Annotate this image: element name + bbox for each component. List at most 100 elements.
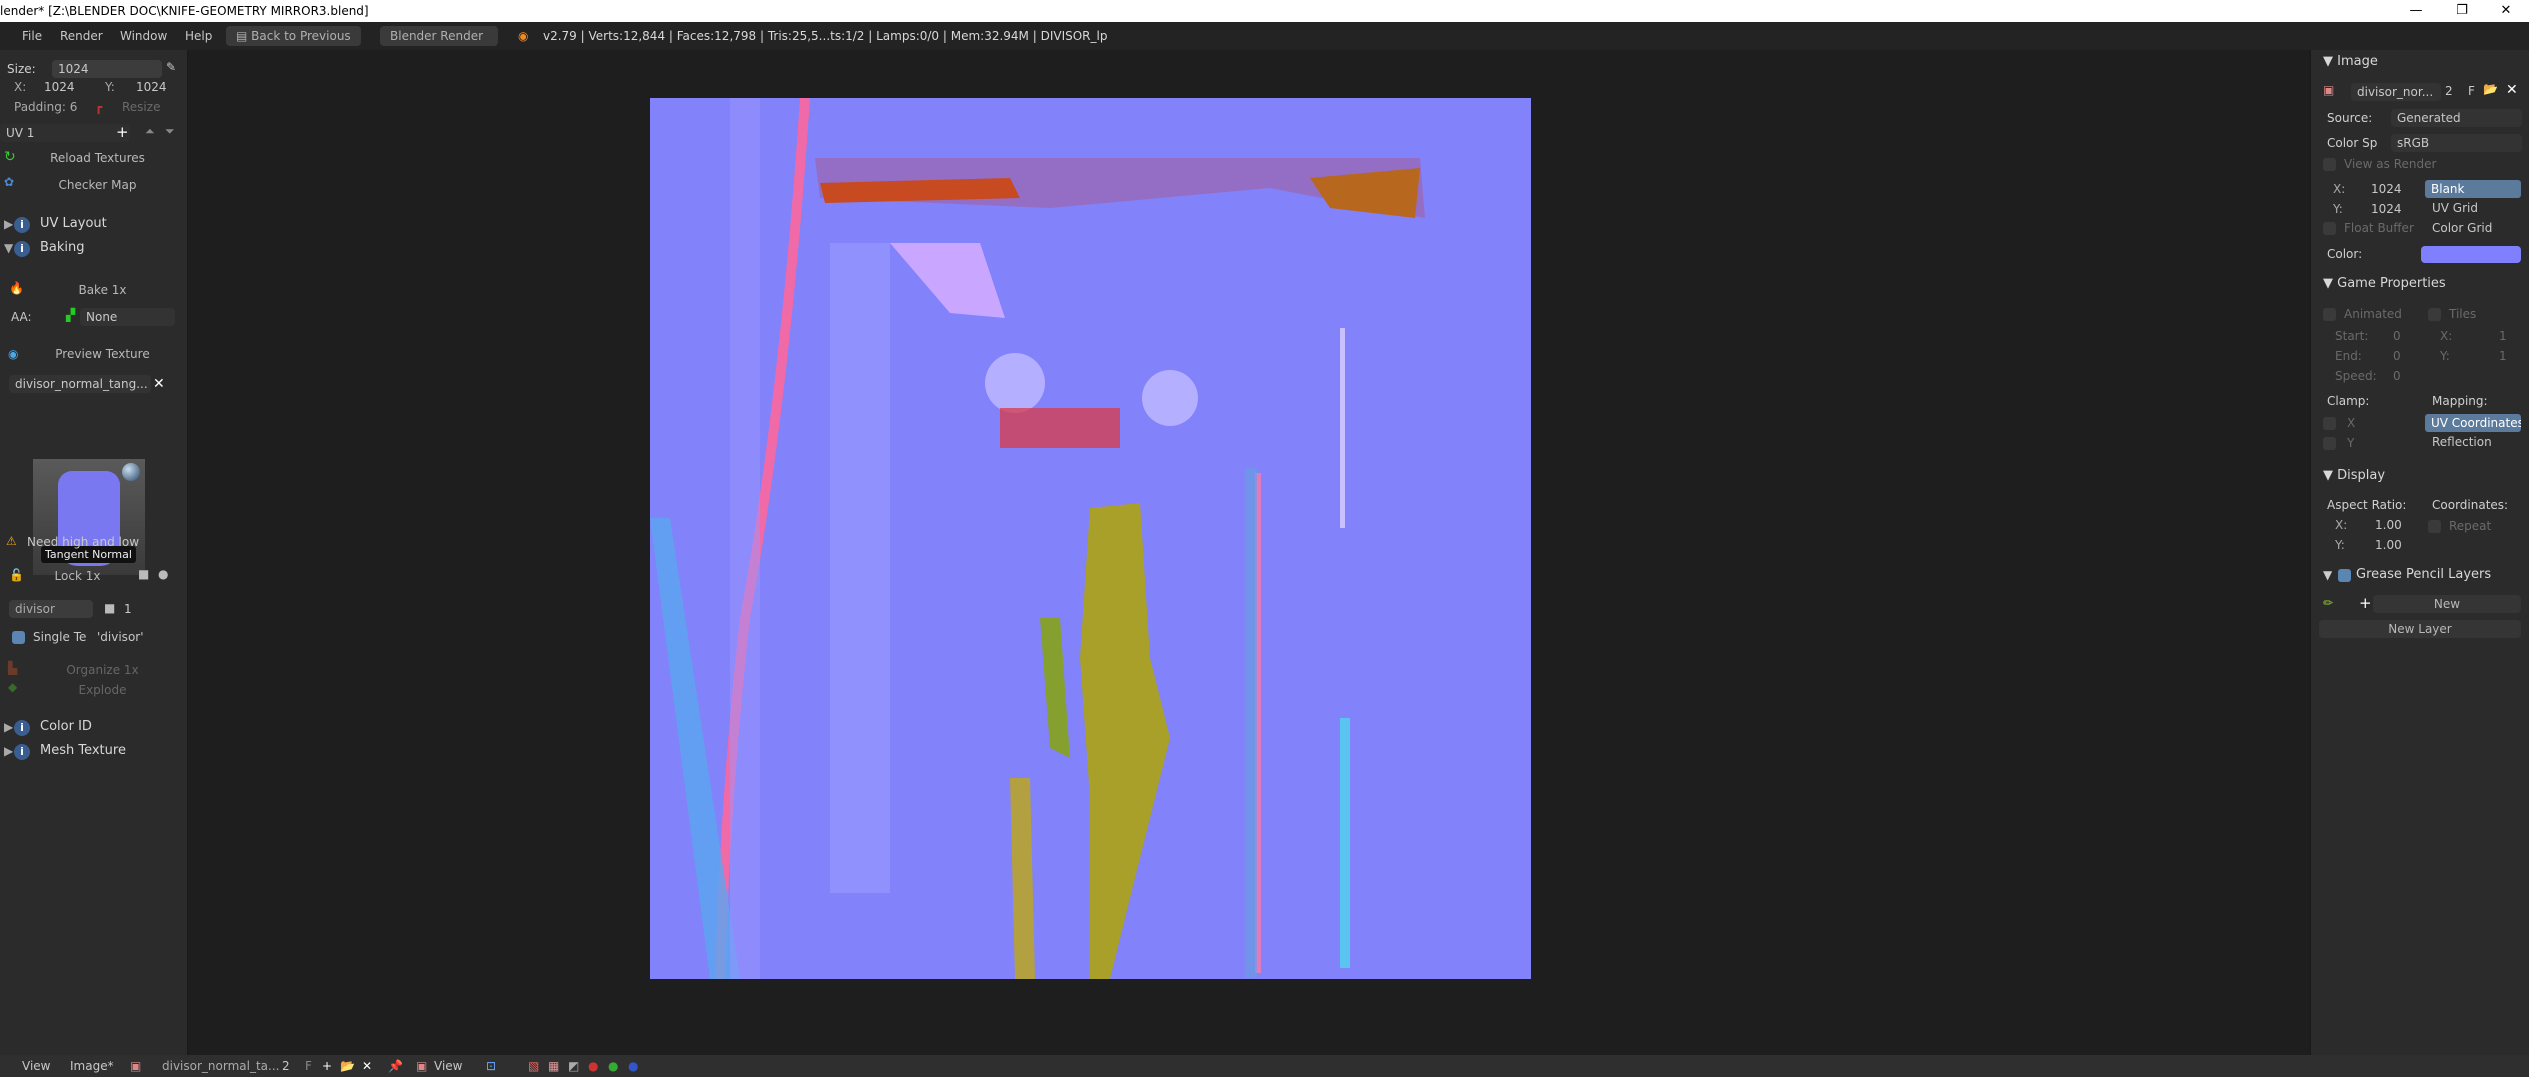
- open-image-icon[interactable]: 📂: [340, 1055, 355, 1077]
- open-folder-icon[interactable]: 📂: [2483, 82, 2498, 96]
- tiles-checkbox[interactable]: [2428, 308, 2441, 321]
- expand-mesh-texture-icon[interactable]: ▶: [4, 744, 13, 758]
- explode-button[interactable]: Explode: [30, 679, 175, 701]
- collapse-grease-pencil-icon[interactable]: ▼: [2323, 568, 2332, 582]
- move-up-icon[interactable]: ⏶: [145, 124, 155, 139]
- tiles-y-field[interactable]: 1: [2499, 349, 2507, 363]
- cube-icon[interactable]: ■: [138, 567, 149, 581]
- clamp-y-checkbox[interactable]: [2323, 437, 2336, 450]
- gen-type-color-grid[interactable]: Color Grid: [2432, 221, 2492, 235]
- padding-field[interactable]: Padding: 6: [14, 100, 77, 114]
- color-space-select[interactable]: sRGB: [2391, 134, 2522, 152]
- collapse-baking-icon[interactable]: ▼: [4, 241, 13, 255]
- menu-file[interactable]: File: [22, 22, 42, 50]
- tiles-x-field[interactable]: 1: [2499, 329, 2507, 343]
- image-icon[interactable]: ▣: [130, 1055, 141, 1077]
- image-name-field[interactable]: divisor_normal_ta...: [162, 1055, 279, 1077]
- fake-user-button[interactable]: F: [305, 1055, 312, 1077]
- unlink-image-icon[interactable]: ✕: [362, 1055, 372, 1077]
- eyedropper-icon[interactable]: ✎: [166, 60, 176, 74]
- minimize-button[interactable]: —: [2393, 0, 2439, 22]
- x-field[interactable]: 1024: [44, 80, 75, 94]
- animated-checkbox[interactable]: [2323, 308, 2336, 321]
- image-icon[interactable]: ▣: [2323, 83, 2334, 97]
- end-field[interactable]: 0: [2393, 349, 2401, 363]
- draw-channels-alpha-icon[interactable]: ▦: [548, 1055, 559, 1077]
- checker-map-button[interactable]: Checker Map: [20, 174, 175, 196]
- source-select[interactable]: Generated: [2391, 109, 2522, 127]
- unlink-image-icon[interactable]: ✕: [2506, 82, 2518, 98]
- mapping-uv-coordinates[interactable]: UV Coordinates: [2425, 414, 2521, 432]
- add-icon[interactable]: +: [2359, 594, 2372, 612]
- repeat-checkbox[interactable]: [2428, 520, 2441, 533]
- image-name-field[interactable]: divisor_nor...: [2351, 83, 2441, 101]
- baking-panel[interactable]: Baking: [40, 240, 85, 255]
- back-to-previous-button[interactable]: ▤ Back to Previous: [226, 26, 361, 46]
- fake-user-button[interactable]: F: [2468, 84, 2475, 98]
- menu-image[interactable]: Image*: [70, 1055, 114, 1077]
- image-users-count[interactable]: 2: [2445, 84, 2453, 98]
- new-layer-button[interactable]: New Layer: [2319, 620, 2521, 638]
- mapping-reflection[interactable]: Reflection: [2432, 435, 2492, 449]
- draw-channels-color-alpha-icon[interactable]: ▧: [528, 1055, 539, 1077]
- float-buffer-checkbox[interactable]: [2323, 222, 2336, 235]
- red-channel-icon[interactable]: ●: [588, 1055, 598, 1077]
- clamp-x-checkbox[interactable]: [2323, 417, 2336, 430]
- uv-layout-panel[interactable]: UV Layout: [40, 216, 107, 231]
- bake-button[interactable]: Bake 1x: [30, 279, 175, 301]
- aa-select[interactable]: None: [80, 308, 175, 326]
- aspect-y-field[interactable]: 1.00: [2375, 538, 2402, 552]
- y-field[interactable]: 1024: [136, 80, 167, 94]
- gen-type-blank[interactable]: Blank: [2425, 180, 2521, 198]
- view-as-render-label: View as Render: [2344, 157, 2437, 171]
- display-header[interactable]: ▼ Display: [2323, 468, 2385, 483]
- sphere-shading-icon[interactable]: ●: [158, 567, 168, 581]
- object-name-field[interactable]: divisor: [9, 600, 93, 618]
- maximize-button[interactable]: ❐: [2439, 0, 2485, 22]
- pin-icon[interactable]: 📌: [388, 1055, 403, 1077]
- gen-x-field[interactable]: 1024: [2371, 182, 2402, 196]
- menu-window[interactable]: Window: [120, 22, 167, 50]
- gen-y-field[interactable]: 1024: [2371, 202, 2402, 216]
- organize-button[interactable]: Organize 1x: [30, 659, 175, 681]
- blue-channel-icon[interactable]: ●: [628, 1055, 638, 1077]
- single-texture-checkbox[interactable]: [12, 631, 25, 644]
- move-down-icon[interactable]: ⏷: [165, 124, 175, 139]
- expand-uv-layout-icon[interactable]: ▶: [4, 217, 13, 231]
- view-as-render-checkbox[interactable]: [2323, 158, 2336, 171]
- game-properties-header[interactable]: ▼ Game Properties: [2323, 276, 2446, 291]
- view-mode-select[interactable]: View: [434, 1055, 462, 1077]
- size-field[interactable]: 1024: [52, 60, 162, 78]
- uv-map-select[interactable]: UV 1: [0, 124, 130, 142]
- draw-channels-z-icon[interactable]: ◩: [568, 1055, 579, 1077]
- preview-texture-button[interactable]: Preview Texture: [30, 343, 175, 365]
- speed-field[interactable]: 0: [2393, 369, 2401, 383]
- pivot-icon[interactable]: ⊡: [486, 1055, 496, 1077]
- aspect-x-field[interactable]: 1.00: [2375, 518, 2402, 532]
- expand-color-id-icon[interactable]: ▶: [4, 720, 13, 734]
- texture-name-field[interactable]: divisor_normal_tang...: [9, 375, 151, 393]
- render-engine-select[interactable]: Blender Render: [380, 26, 498, 46]
- reload-textures-button[interactable]: Reload Textures: [20, 147, 175, 169]
- grease-pencil-header[interactable]: Grease Pencil Layers: [2356, 567, 2491, 582]
- image-users-count[interactable]: 2: [282, 1055, 290, 1077]
- menu-help[interactable]: Help: [185, 22, 212, 50]
- menu-view[interactable]: View: [22, 1055, 50, 1077]
- color-id-panel[interactable]: Color ID: [40, 719, 92, 734]
- gen-type-uv-grid[interactable]: UV Grid: [2432, 201, 2478, 215]
- image-editor-viewport[interactable]: [189, 50, 2309, 1055]
- grease-pencil-checkbox[interactable]: [2338, 569, 2351, 582]
- close-button[interactable]: ✕: [2483, 0, 2529, 22]
- menu-render[interactable]: Render: [60, 22, 103, 50]
- new-image-icon[interactable]: +: [322, 1055, 332, 1077]
- add-uv-icon[interactable]: +: [116, 123, 129, 141]
- resize-button[interactable]: Resize: [122, 100, 160, 114]
- green-channel-icon[interactable]: ●: [608, 1055, 618, 1077]
- image-panel-header[interactable]: ▼ Image: [2323, 54, 2378, 69]
- start-field[interactable]: 0: [2393, 329, 2401, 343]
- clear-texture-icon[interactable]: ✕: [153, 376, 165, 392]
- color-swatch[interactable]: [2421, 246, 2521, 263]
- mesh-texture-panel[interactable]: Mesh Texture: [40, 743, 126, 758]
- lock-button[interactable]: Lock 1x: [30, 565, 125, 587]
- new-grease-pencil-button[interactable]: New: [2373, 595, 2521, 613]
